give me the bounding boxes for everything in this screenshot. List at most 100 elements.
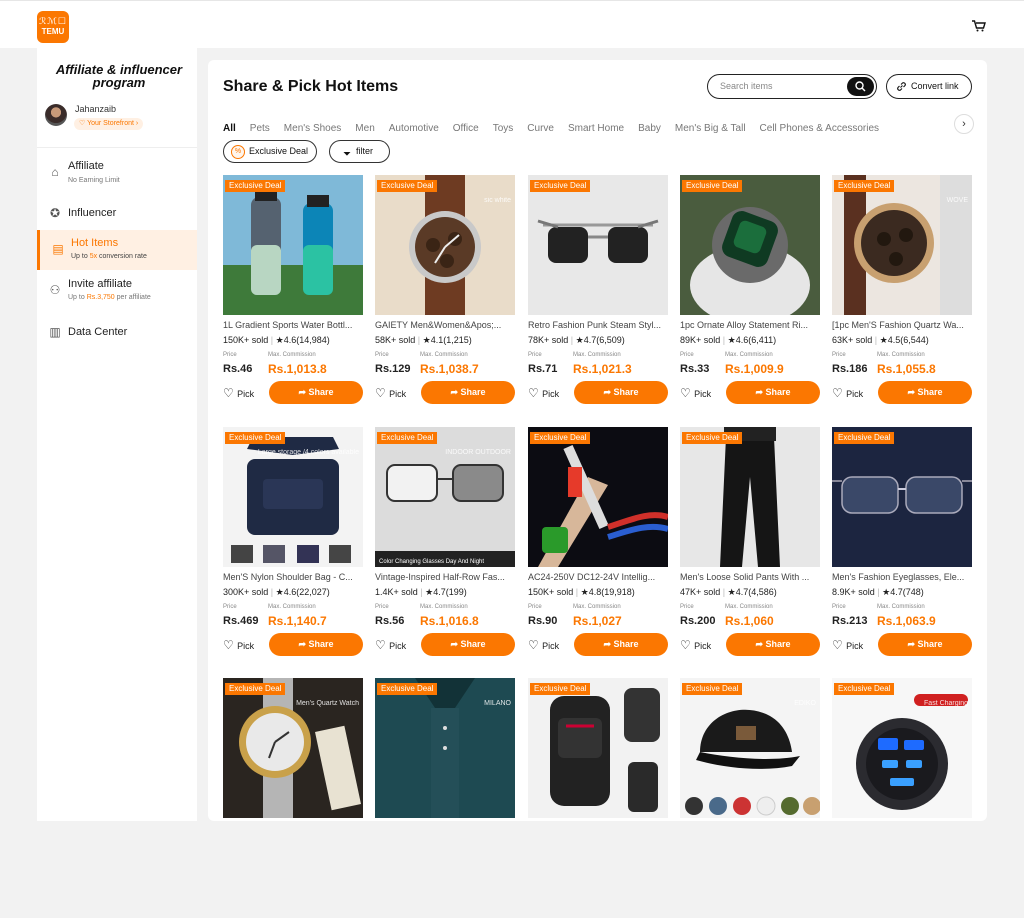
product-title[interactable]: Men's Fashion Eyeglasses, Ele... xyxy=(832,572,972,582)
pick-button[interactable]: ♡ Pick xyxy=(375,386,406,400)
product-card[interactable]: INDOOR OUTDOOR Color Changing Glasses Day… xyxy=(375,427,515,667)
product-image[interactable]: Exclusive Deal xyxy=(680,175,820,315)
pick-button[interactable]: ♡ Pick xyxy=(528,386,559,400)
pick-button[interactable]: ♡ Pick xyxy=(223,638,254,652)
tab-men-s-big-tall[interactable]: Men's Big & Tall xyxy=(675,123,746,134)
share-button[interactable]: ➦ Share xyxy=(421,633,515,656)
product-card[interactable]: sic white Exclusive Deal GAIETY Men&Women&… xyxy=(375,175,515,415)
product-card[interactable]: Exclusive Deal 1pc Ornate Alloy Statement… xyxy=(680,175,820,415)
exclusive-deal-filter[interactable]: % Exclusive Deal xyxy=(223,140,317,163)
product-price: Rs.213 xyxy=(832,615,868,627)
tab-men-s-shoes[interactable]: Men's Shoes xyxy=(284,123,342,134)
share-button[interactable]: ➦ Share xyxy=(269,633,363,656)
avatar[interactable] xyxy=(45,104,67,126)
product-card[interactable]: Exclusive Deal Men's Loose Solid Pants Wi… xyxy=(680,427,820,667)
product-image[interactable]: Large storage /4 colors available Exclusi… xyxy=(223,427,363,567)
product-title[interactable]: 1L Gradient Sports Water Bottl... xyxy=(223,320,363,330)
filter-button[interactable]: ⏷ filter xyxy=(329,140,390,163)
share-button[interactable]: ➦ Share xyxy=(421,381,515,404)
product-title[interactable]: GAIETY Men&Women&Apos;... xyxy=(375,320,515,330)
product-image[interactable]: sic white Exclusive Deal xyxy=(375,175,515,315)
convert-link-button[interactable]: Convert link xyxy=(886,74,972,99)
tab-toys[interactable]: Toys xyxy=(493,123,514,134)
share-button[interactable]: ➦ Share xyxy=(574,381,668,404)
sidebar-item-hot-items[interactable]: ▤ Hot Items Up to 5x conversion rate xyxy=(37,230,197,270)
product-image[interactable]: EDIKO Exclusive Deal xyxy=(680,678,820,818)
product-title[interactable]: Men's Loose Solid Pants With ... xyxy=(680,572,820,582)
product-card[interactable]: WOVE Exclusive Deal [1pc Men'S Fashion Qua… xyxy=(832,175,972,415)
sidebar-item-label: Influencer xyxy=(68,207,117,219)
cart-icon[interactable] xyxy=(972,19,986,37)
product-image[interactable]: Exclusive Deal xyxy=(528,427,668,567)
product-image-text: Men's Quartz Watch xyxy=(296,700,359,707)
product-card[interactable]: Exclusive Deal 1L Gradient Sports Water B… xyxy=(223,175,363,415)
product-card[interactable]: EDIKO Exclusive Deal xyxy=(680,678,820,918)
product-image[interactable]: WOVE Exclusive Deal xyxy=(832,175,972,315)
share-button[interactable]: ➦ Share xyxy=(726,633,820,656)
pick-button[interactable]: ♡ Pick xyxy=(832,638,863,652)
pick-button[interactable]: ♡ Pick xyxy=(680,638,711,652)
commission-label: Max. Commission xyxy=(268,352,316,358)
share-button[interactable]: ➦ Share xyxy=(726,381,820,404)
pick-button[interactable]: ♡ Pick xyxy=(832,386,863,400)
product-title[interactable]: [1pc Men'S Fashion Quartz Wa... xyxy=(832,320,972,330)
sidebar-item-affiliate[interactable]: ⌂ Affiliate No Earning Limit xyxy=(37,153,197,193)
share-button[interactable]: ➦ Share xyxy=(878,381,972,404)
product-card[interactable]: Men's Quartz Watch Exclusive Deal xyxy=(223,678,363,918)
product-image[interactable]: Exclusive Deal xyxy=(223,175,363,315)
storefront-link[interactable]: ♡ Your Storefront › xyxy=(74,118,144,130)
sidebar-item-influencer[interactable]: ✪ Influencer xyxy=(37,194,197,234)
tab-cell-phones-accessories[interactable]: Cell Phones & Accessories xyxy=(760,123,880,134)
tab-smart-home[interactable]: Smart Home xyxy=(568,123,624,134)
product-title[interactable]: Vintage-Inspired Half-Row Fas... xyxy=(375,572,515,582)
tab-pets[interactable]: Pets xyxy=(250,123,270,134)
product-card[interactable]: Fast Charging Exclusive Deal xyxy=(832,678,972,918)
exclusive-deal-badge: Exclusive Deal xyxy=(530,683,591,695)
product-image[interactable]: Exclusive Deal xyxy=(832,427,972,567)
tab-office[interactable]: Office xyxy=(453,123,479,134)
exclusive-deal-badge: Exclusive Deal xyxy=(225,683,286,695)
share-button[interactable]: ➦ Share xyxy=(269,381,363,404)
rating: 4.1 xyxy=(430,335,444,345)
product-title[interactable]: AC24-250V DC12-24V Intellig... xyxy=(528,572,668,582)
sidebar-item-data-center[interactable]: ▥ Data Center xyxy=(37,313,197,353)
temu-logo[interactable]: ℛℳ☐ TEMU xyxy=(37,11,69,43)
product-card[interactable]: Large storage /4 colors available Exclusi… xyxy=(223,427,363,667)
pick-button[interactable]: ♡ Pick xyxy=(223,386,254,400)
search-button[interactable] xyxy=(847,77,874,96)
product-card[interactable]: Exclusive Deal AC24-250V DC12-24V Intelli… xyxy=(528,427,668,667)
share-button[interactable]: ➦ Share xyxy=(878,633,972,656)
sidebar-item-invite-affiliate[interactable]: ⚇ Invite affiliate Up to Rs.3,750 per affi… xyxy=(37,271,197,311)
pick-button[interactable]: ♡ Pick xyxy=(680,386,711,400)
subtext-part: Up to xyxy=(71,253,90,260)
chevron-right-icon[interactable]: › xyxy=(954,114,974,134)
tab-curve[interactable]: Curve xyxy=(527,123,554,134)
product-image[interactable]: Exclusive Deal xyxy=(528,175,668,315)
product-title[interactable]: Retro Fashion Punk Steam Styl... xyxy=(528,320,668,330)
product-image[interactable]: Exclusive Deal xyxy=(680,427,820,567)
search-input[interactable]: Search items xyxy=(720,81,773,91)
divider: | xyxy=(720,587,728,597)
heart-icon: ♡ xyxy=(375,638,390,652)
product-image[interactable]: Men's Quartz Watch Exclusive Deal xyxy=(223,678,363,818)
product-card[interactable]: MILANO Exclusive Deal xyxy=(375,678,515,918)
share-button[interactable]: ➦ Share xyxy=(574,633,668,656)
top-bar: ℛℳ☐ TEMU xyxy=(0,0,1024,48)
product-card[interactable]: Exclusive Deal Retro Fashion Punk Steam S… xyxy=(528,175,668,415)
tab-all[interactable]: All xyxy=(223,123,236,134)
tab-automotive[interactable]: Automotive xyxy=(389,123,439,134)
pick-button[interactable]: ♡ Pick xyxy=(375,638,406,652)
product-image[interactable]: Fast Charging Exclusive Deal xyxy=(832,678,972,818)
product-image[interactable]: Exclusive Deal xyxy=(528,678,668,818)
product-sales: 150K+ sold | ★4.8(19,918) xyxy=(528,587,635,598)
search-box[interactable]: Search items xyxy=(707,74,877,99)
tab-men[interactable]: Men xyxy=(355,123,374,134)
product-title[interactable]: 1pc Ornate Alloy Statement Ri... xyxy=(680,320,820,330)
product-image[interactable]: MILANO Exclusive Deal xyxy=(375,678,515,818)
pick-button[interactable]: ♡ Pick xyxy=(528,638,559,652)
tab-baby[interactable]: Baby xyxy=(638,123,661,134)
product-title[interactable]: Men'S Nylon Shoulder Bag - C... xyxy=(223,572,363,582)
product-image[interactable]: INDOOR OUTDOOR Color Changing Glasses Day… xyxy=(375,427,515,567)
product-card[interactable]: Exclusive Deal xyxy=(528,678,668,918)
product-card[interactable]: Exclusive Deal Men's Fashion Eyeglasses, … xyxy=(832,427,972,667)
